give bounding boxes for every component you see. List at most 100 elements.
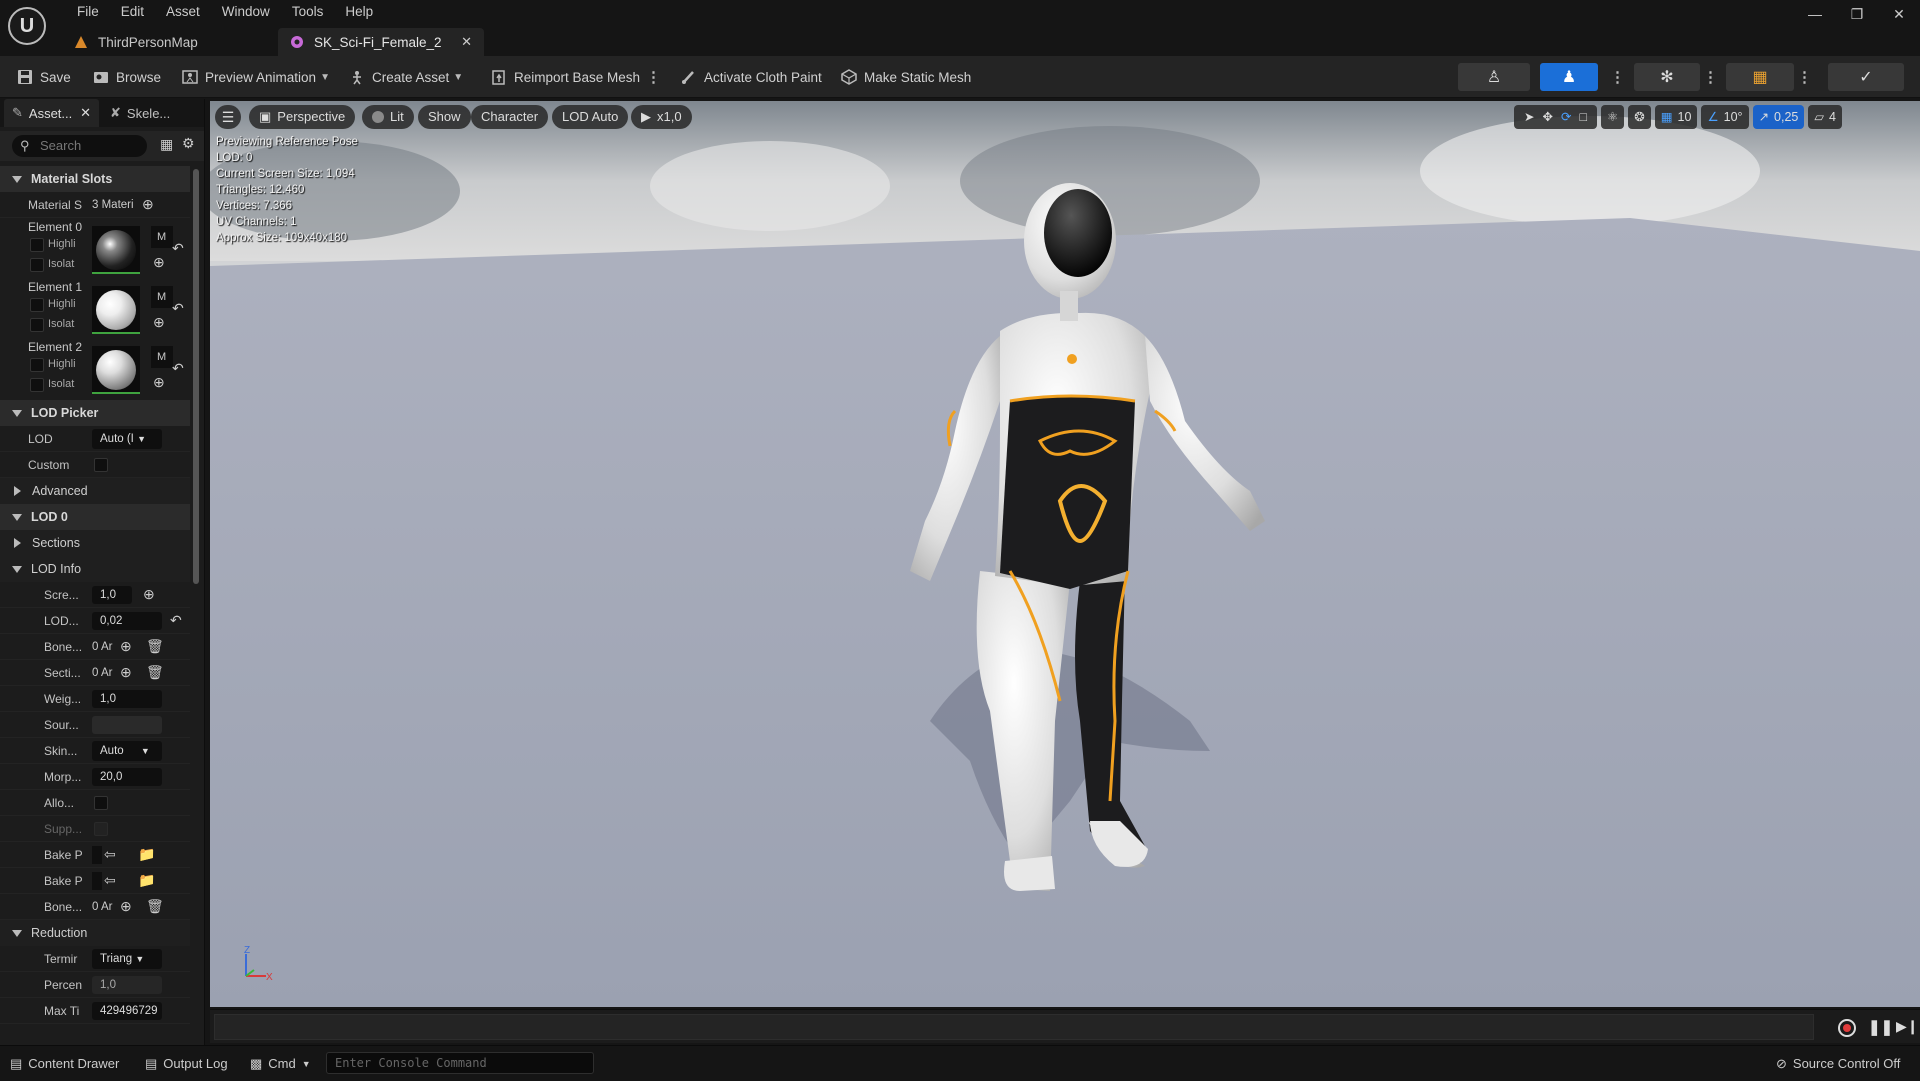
tab-asset-details[interactable]: ✎ Asset... ✕ <box>4 99 99 127</box>
close-window-icon[interactable]: ✕ <box>1878 6 1920 23</box>
step-forward-icon[interactable]: ▶❙ <box>1896 1018 1919 1035</box>
material-thumbnail[interactable] <box>92 226 140 274</box>
morph-target-field[interactable]: 20,0 <box>92 768 162 786</box>
search-input[interactable]: ⚲ Search <box>12 135 147 157</box>
unreal-logo-icon[interactable]: U <box>8 7 46 45</box>
animation-mode-button[interactable]: ✻ <box>1634 63 1700 91</box>
termination-dropdown[interactable]: Triang ▼ <box>92 949 162 969</box>
content-drawer-button[interactable]: ▤ Content Drawer <box>10 1046 119 1081</box>
menu-window[interactable]: Window <box>211 3 281 21</box>
material-thumbnail[interactable] <box>92 346 140 394</box>
use-selected-icon[interactable]: ⇦ <box>104 872 116 889</box>
coordinate-space-icon[interactable]: ⚛ <box>1601 105 1625 129</box>
source-control-button[interactable]: ⊘ Source Control Off <box>1776 1046 1900 1081</box>
surface-snap-icon[interactable]: ❂ <box>1628 105 1651 129</box>
trash-icon[interactable]: 🗑 <box>146 898 164 915</box>
menu-help[interactable]: Help <box>334 3 384 21</box>
bake-pose-override-field[interactable] <box>92 872 102 890</box>
hamburger-menu-icon[interactable]: ☰ <box>215 105 241 129</box>
trash-icon[interactable]: 🗑 <box>146 638 164 655</box>
panel-scrollbar[interactable] <box>193 169 199 584</box>
save-button[interactable]: Save <box>16 66 71 88</box>
percent-triangles-field[interactable]: 1,0 <box>92 976 162 994</box>
move-icon[interactable]: ✥ <box>1542 105 1552 129</box>
tab-thirdpersonmap[interactable]: ThirdPersonMap <box>62 28 277 56</box>
rotate-icon[interactable]: ⟳ <box>1561 105 1571 129</box>
table-view-icon[interactable]: ▦ <box>160 136 173 153</box>
isolate-checkbox[interactable] <box>30 318 44 332</box>
menu-asset[interactable]: Asset <box>155 3 211 21</box>
show-button[interactable]: Show <box>418 105 471 129</box>
material-picker[interactable]: M <box>151 286 173 308</box>
add-element-icon[interactable]: ⊕ <box>120 638 132 655</box>
add-icon[interactable]: ⊕ <box>143 586 155 603</box>
add-material-icon[interactable]: ⊕ <box>142 196 154 213</box>
mesh-mode-button[interactable]: ♟ <box>1540 63 1598 91</box>
console-command-input[interactable]: Enter Console Command <box>326 1052 594 1074</box>
browse-material-icon[interactable]: ⊕ <box>153 254 165 271</box>
highlight-checkbox[interactable] <box>30 358 44 372</box>
minimize-icon[interactable]: — <box>1794 6 1836 23</box>
lod-dropdown[interactable]: Auto (I ▼ <box>92 429 162 449</box>
preview-animation-button[interactable]: Preview Animation ▼ <box>181 66 330 88</box>
settings-gear-icon[interactable]: ⚙ <box>182 135 195 152</box>
category-lod-info[interactable]: LOD Info <box>0 556 190 582</box>
create-asset-button[interactable]: Create Asset ▼ <box>348 66 463 88</box>
grid-snap-button[interactable]: ▦ 10 <box>1654 105 1698 129</box>
lod-auto-button[interactable]: LOD Auto <box>552 105 629 129</box>
tab-skeleton-tree[interactable]: ✘ Skele... <box>102 99 198 127</box>
perspective-button[interactable]: ▣ Perspective <box>249 105 356 129</box>
add-element-icon[interactable]: ⊕ <box>120 898 132 915</box>
highlight-checkbox[interactable] <box>30 298 44 312</box>
select-cursor-icon[interactable]: ➤ <box>1524 105 1534 129</box>
reimport-base-mesh-button[interactable]: Reimport Base Mesh <box>490 66 640 88</box>
restore-icon[interactable]: ❐ <box>1836 6 1878 23</box>
material-picker[interactable]: M <box>151 226 173 248</box>
use-selected-icon[interactable]: ⇦ <box>104 846 116 863</box>
menu-edit[interactable]: Edit <box>110 3 155 21</box>
allow-checkbox[interactable] <box>94 796 108 810</box>
rotation-snap-button[interactable]: ∠ 10° <box>1701 105 1749 129</box>
trash-icon[interactable]: 🗑 <box>146 664 164 681</box>
reset-arrow-icon[interactable]: ↶ <box>172 300 184 317</box>
browse-asset-icon[interactable]: 📁 <box>138 846 155 863</box>
skeleton-mode-button[interactable]: ♙ <box>1458 63 1530 91</box>
scale-snap-button[interactable]: ↗ 0,25 <box>1752 105 1805 129</box>
isolate-checkbox[interactable] <box>30 258 44 272</box>
physics-mode-button[interactable]: ✓ <box>1828 63 1904 91</box>
character-button[interactable]: Character <box>471 105 549 129</box>
reimport-options-icon[interactable]: ⋮ <box>646 66 661 88</box>
browse-button[interactable]: Browse <box>92 66 161 88</box>
custom-checkbox[interactable] <box>94 458 108 472</box>
animation-mode-options-icon[interactable]: ⋮ <box>1703 66 1718 88</box>
browse-material-icon[interactable]: ⊕ <box>153 374 165 391</box>
timeline-track[interactable] <box>214 1014 1814 1040</box>
scale-icon[interactable]: □ <box>1579 105 1587 129</box>
section-lod-picker[interactable]: LOD Picker <box>0 400 190 426</box>
make-static-mesh-button[interactable]: Make Static Mesh <box>840 66 971 88</box>
output-log-button[interactable]: ▤ Output Log <box>145 1046 228 1081</box>
pause-icon[interactable]: ❚❚ <box>1868 1018 1893 1036</box>
reset-arrow-icon[interactable]: ↶ <box>170 612 182 629</box>
playback-speed-button[interactable]: ▶ x1,0 <box>631 105 692 129</box>
bake-pose-field[interactable] <box>92 846 102 864</box>
menu-file[interactable]: File <box>66 3 110 21</box>
tab-sk-sci-fi-female-2[interactable]: SK_Sci-Fi_Female_2 ✕ <box>278 28 484 56</box>
skin-cache-dropdown[interactable]: Auto ▼ <box>92 741 162 761</box>
weight-field[interactable]: 1,0 <box>92 690 162 708</box>
section-lod-0[interactable]: LOD 0 <box>0 504 190 530</box>
material-picker[interactable]: M <box>151 346 173 368</box>
reset-arrow-icon[interactable]: ↶ <box>172 240 184 257</box>
section-material-slots[interactable]: Material Slots <box>0 166 190 192</box>
blueprint-mode-options-icon[interactable]: ⋮ <box>1797 66 1812 88</box>
add-element-icon[interactable]: ⊕ <box>120 664 132 681</box>
browse-material-icon[interactable]: ⊕ <box>153 314 165 331</box>
activate-cloth-paint-button[interactable]: Activate Cloth Paint <box>680 66 822 88</box>
close-tab-icon[interactable]: ✕ <box>80 105 91 121</box>
isolate-checkbox[interactable] <box>30 378 44 392</box>
camera-speed-button[interactable]: ▱ 4 <box>1808 105 1842 129</box>
material-thumbnail[interactable] <box>92 286 140 334</box>
lod-hysteresis-field[interactable]: 0,02 <box>92 612 162 630</box>
cmd-dropdown[interactable]: ▩ Cmd ▼ <box>250 1046 311 1081</box>
browse-asset-icon[interactable]: 📁 <box>138 872 155 889</box>
